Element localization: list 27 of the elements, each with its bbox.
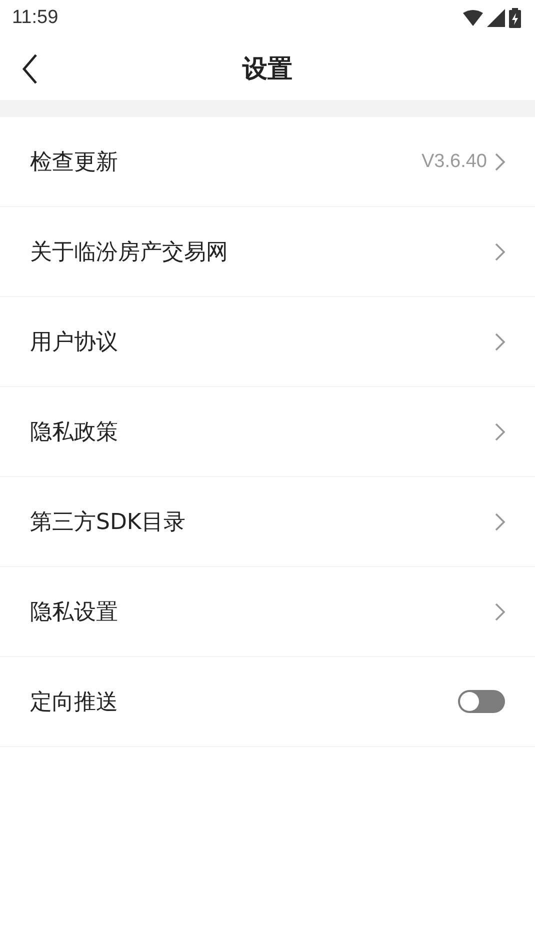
chevron-right-icon [495,602,505,620]
signal-icon [487,9,505,27]
row-label: 检查更新 [30,148,119,176]
row-label: 第三方SDK目录 [30,508,186,536]
status-time: 11:59 [12,7,58,29]
row-label: 隐私设置 [30,598,119,626]
row-label: 关于临汾房产交易网 [30,238,229,266]
chevron-right-icon [495,332,505,350]
row-label: 隐私政策 [30,418,119,446]
battery-icon [509,8,521,28]
version-text: V3.6.40 [422,150,487,172]
page-title: 设置 [242,52,292,84]
chevron-right-icon [495,422,505,440]
chevron-right-icon [495,512,505,530]
toggle-switch[interactable] [458,690,505,713]
chevron-right-icon [495,242,505,260]
settings-row[interactable]: 用户协议 [0,297,535,387]
settings-row[interactable]: 定向推送 [0,657,535,747]
row-label: 用户协议 [30,328,119,356]
wifi-icon [463,10,483,26]
chevron-right-icon [495,152,505,170]
settings-row[interactable]: 隐私设置 [0,567,535,657]
settings-row[interactable]: 关于临汾房产交易网 [0,207,535,297]
settings-row[interactable]: 隐私政策 [0,387,535,477]
settings-row[interactable]: 检查更新 V3.6.40 [0,117,535,207]
row-label: 定向推送 [30,688,119,716]
settings-row[interactable]: 第三方SDK目录 [0,477,535,567]
